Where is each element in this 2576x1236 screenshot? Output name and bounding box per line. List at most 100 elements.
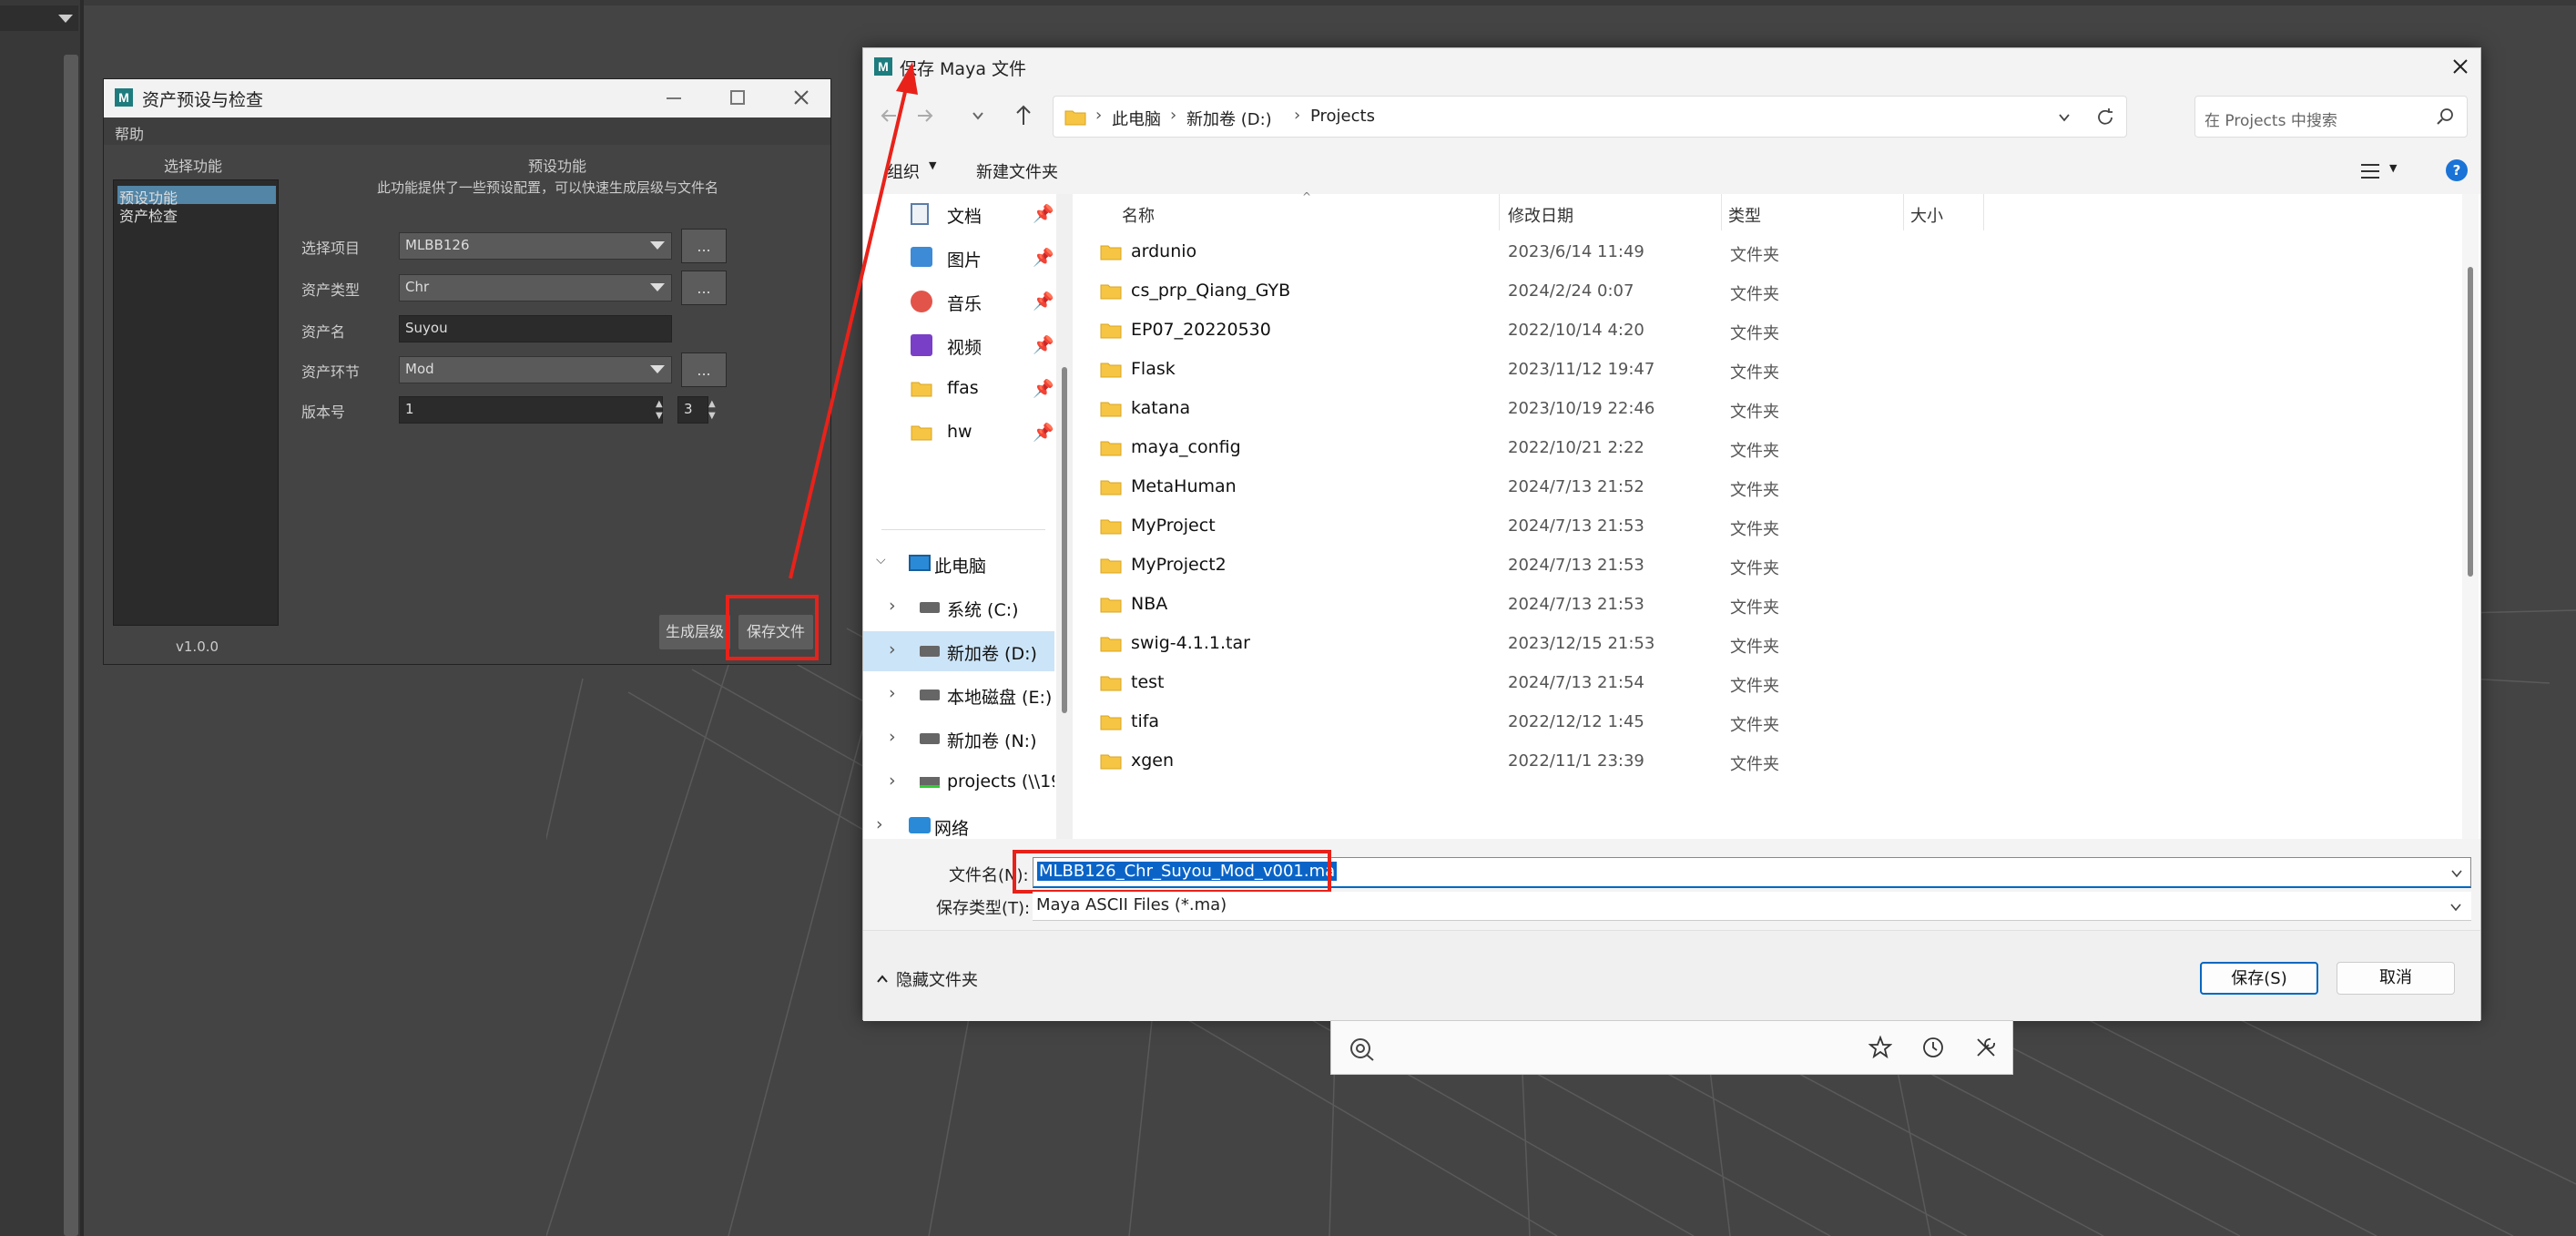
list-item-check[interactable]: 资产检查 bbox=[117, 204, 276, 225]
project-select[interactable]: MLBB126 bbox=[399, 232, 672, 260]
search-screen-icon[interactable] bbox=[1348, 1036, 1375, 1061]
file-row[interactable]: katana 2023/10/19 22:46 文件夹 bbox=[1073, 389, 2439, 428]
chevron-down-icon[interactable] bbox=[2057, 110, 2072, 125]
pin-icon[interactable]: 📌 bbox=[1033, 378, 1054, 399]
name-input[interactable]: Suyou bbox=[399, 315, 672, 342]
file-date: 2023/12/15 21:53 bbox=[1508, 634, 1655, 653]
spin-arrows-icon[interactable]: ▲ ▼ bbox=[708, 398, 719, 422]
close-icon[interactable] bbox=[2451, 57, 2469, 76]
column-name[interactable]: 名称 bbox=[1122, 203, 1155, 227]
project-label: 选择项目 bbox=[301, 240, 361, 257]
new-folder-button[interactable]: 新建文件夹 bbox=[976, 159, 1058, 183]
search-icon[interactable] bbox=[2436, 107, 2454, 126]
stage-select[interactable]: Mod bbox=[399, 356, 672, 383]
chevron-right-icon[interactable]: › bbox=[889, 596, 896, 616]
nav-network-drive[interactable]: › projects (\\19 bbox=[863, 762, 1054, 802]
file-date: 2022/11/1 23:39 bbox=[1508, 751, 1644, 771]
pin-icon[interactable]: 📌 bbox=[1033, 334, 1054, 355]
highlight-box-filename bbox=[1013, 850, 1331, 894]
generate-hierarchy-button[interactable]: 生成层级 bbox=[659, 615, 730, 649]
stage-browse-button[interactable]: ... bbox=[681, 352, 727, 387]
file-row[interactable]: xgen 2022/11/1 23:39 文件夹 bbox=[1073, 741, 2439, 781]
file-type: 文件夹 bbox=[1730, 363, 1779, 383]
column-date[interactable]: 修改日期 bbox=[1508, 203, 1573, 227]
breadcrumb-drive[interactable]: 新加卷 (D:) bbox=[1186, 107, 1272, 130]
folder-icon bbox=[1064, 110, 1086, 126]
address-bar[interactable]: › 此电脑 › 新加卷 (D:) › Projects bbox=[1053, 96, 2127, 138]
chevron-right-icon[interactable]: › bbox=[889, 639, 896, 659]
chevron-right-icon[interactable]: › bbox=[889, 771, 896, 791]
pin-icon[interactable]: 📌 bbox=[1033, 422, 1054, 443]
maya-scrollbar[interactable] bbox=[64, 55, 78, 1236]
maximize-icon[interactable] bbox=[730, 90, 745, 105]
minimize-icon[interactable] bbox=[667, 97, 681, 99]
save-button[interactable]: 保存(S) bbox=[2200, 962, 2318, 995]
dialog-title-bar: M 保存 Maya 文件 bbox=[863, 48, 2480, 85]
filetype-select[interactable]: Maya ASCII Files (*.ma) bbox=[1033, 892, 2471, 921]
nav-scrollbar[interactable] bbox=[1056, 194, 1073, 839]
nav-drive-d[interactable]: › 新加卷 (D:) bbox=[863, 631, 1054, 671]
help-icon[interactable]: ? bbox=[2446, 159, 2468, 181]
breadcrumb-pc[interactable]: 此电脑 bbox=[1112, 107, 1161, 130]
file-row[interactable]: NBA 2024/7/13 21:53 文件夹 bbox=[1073, 585, 2439, 624]
file-row[interactable]: tifa 2022/12/12 1:45 文件夹 bbox=[1073, 702, 2439, 741]
version-spinbox[interactable]: 1 bbox=[399, 396, 663, 424]
cancel-button[interactable]: 取消 bbox=[2337, 962, 2455, 995]
hide-folders-toggle[interactable]: 隐藏文件夹 bbox=[896, 967, 978, 991]
file-row[interactable]: MetaHuman 2024/7/13 21:52 文件夹 bbox=[1073, 467, 2439, 506]
type-browse-button[interactable]: ... bbox=[681, 271, 727, 305]
search-box[interactable]: 在 Projects 中搜索 bbox=[2194, 96, 2468, 138]
chevron-right-icon[interactable]: › bbox=[876, 814, 883, 834]
file-row[interactable]: MyProject 2024/7/13 21:53 文件夹 bbox=[1073, 506, 2439, 546]
star-icon[interactable] bbox=[1868, 1036, 1892, 1059]
drive-icon bbox=[920, 690, 940, 700]
chevron-down-icon[interactable] bbox=[2449, 901, 2462, 914]
file-row[interactable]: maya_config 2022/10/21 2:22 文件夹 bbox=[1073, 428, 2439, 467]
list-item-preset[interactable]: 预设功能 bbox=[117, 186, 276, 207]
refresh-icon[interactable] bbox=[2095, 107, 2115, 128]
file-row[interactable]: test 2024/7/13 21:54 文件夹 bbox=[1073, 663, 2439, 702]
file-row[interactable]: MyProject2 2024/7/13 21:53 文件夹 bbox=[1073, 546, 2439, 585]
history-icon[interactable] bbox=[1921, 1036, 1945, 1059]
chevron-right-icon[interactable]: › bbox=[889, 727, 896, 747]
pin-icon[interactable]: 📌 bbox=[1033, 203, 1054, 224]
menu-help[interactable]: 帮助 bbox=[115, 122, 144, 144]
digits-spinbox[interactable]: 3 bbox=[677, 396, 708, 424]
chevron-down-icon[interactable] bbox=[971, 108, 985, 123]
caret-down-icon[interactable]: ▼ bbox=[2389, 162, 2397, 174]
chevron-down-icon[interactable] bbox=[2450, 867, 2463, 880]
chevron-right-icon[interactable]: › bbox=[889, 683, 896, 703]
file-row[interactable]: swig-4.1.1.tar 2023/12/15 21:53 文件夹 bbox=[1073, 624, 2439, 663]
file-name: xgen bbox=[1131, 751, 1175, 771]
file-date: 2024/7/13 21:53 bbox=[1508, 556, 1644, 575]
type-select[interactable]: Chr bbox=[399, 274, 672, 301]
spin-arrows-icon[interactable]: ▲ ▼ bbox=[656, 398, 667, 422]
chevron-up-icon[interactable] bbox=[876, 973, 889, 986]
file-row[interactable]: EP07_20220530 2022/10/14 4:20 文件夹 bbox=[1073, 311, 2439, 350]
function-list: 预设功能 资产检查 bbox=[113, 179, 279, 626]
floating-toolbar bbox=[1330, 1020, 2013, 1075]
file-row[interactable]: ardunio 2023/6/14 11:49 文件夹 bbox=[1073, 232, 2439, 271]
project-browse-button[interactable]: ... bbox=[681, 229, 727, 263]
column-size[interactable]: 大小 bbox=[1910, 203, 1943, 227]
file-name: NBA bbox=[1131, 594, 1168, 614]
breadcrumb-projects[interactable]: Projects bbox=[1310, 107, 1375, 126]
nav-drive-n[interactable]: › 新加卷 (N:) bbox=[863, 719, 1054, 759]
nav-drive-c[interactable]: › 系统 (C:) bbox=[863, 587, 1054, 628]
drive-icon bbox=[920, 733, 940, 744]
pin-icon[interactable]: 📌 bbox=[1033, 247, 1054, 268]
pin-icon[interactable]: 📌 bbox=[1033, 291, 1054, 312]
column-type[interactable]: 类型 bbox=[1728, 203, 1761, 227]
up-arrow-icon[interactable] bbox=[1013, 103, 1034, 127]
file-row[interactable]: cs_prp_Qiang_GYB 2024/2/24 0:07 文件夹 bbox=[1073, 271, 2439, 311]
view-list-icon[interactable] bbox=[2360, 163, 2380, 179]
tools-icon[interactable] bbox=[1974, 1036, 1998, 1059]
file-list-scrollbar[interactable] bbox=[2462, 194, 2479, 839]
title-bar: M 资产预设与检查 bbox=[104, 79, 830, 117]
name-label: 资产名 bbox=[301, 323, 346, 341]
file-row[interactable]: Flask 2023/11/12 19:47 文件夹 bbox=[1073, 350, 2439, 389]
nav-drive-e[interactable]: › 本地磁盘 (E:) bbox=[863, 675, 1054, 715]
file-type: 文件夹 bbox=[1730, 285, 1779, 304]
file-type: 文件夹 bbox=[1730, 559, 1779, 578]
folder-icon bbox=[1100, 323, 1122, 339]
